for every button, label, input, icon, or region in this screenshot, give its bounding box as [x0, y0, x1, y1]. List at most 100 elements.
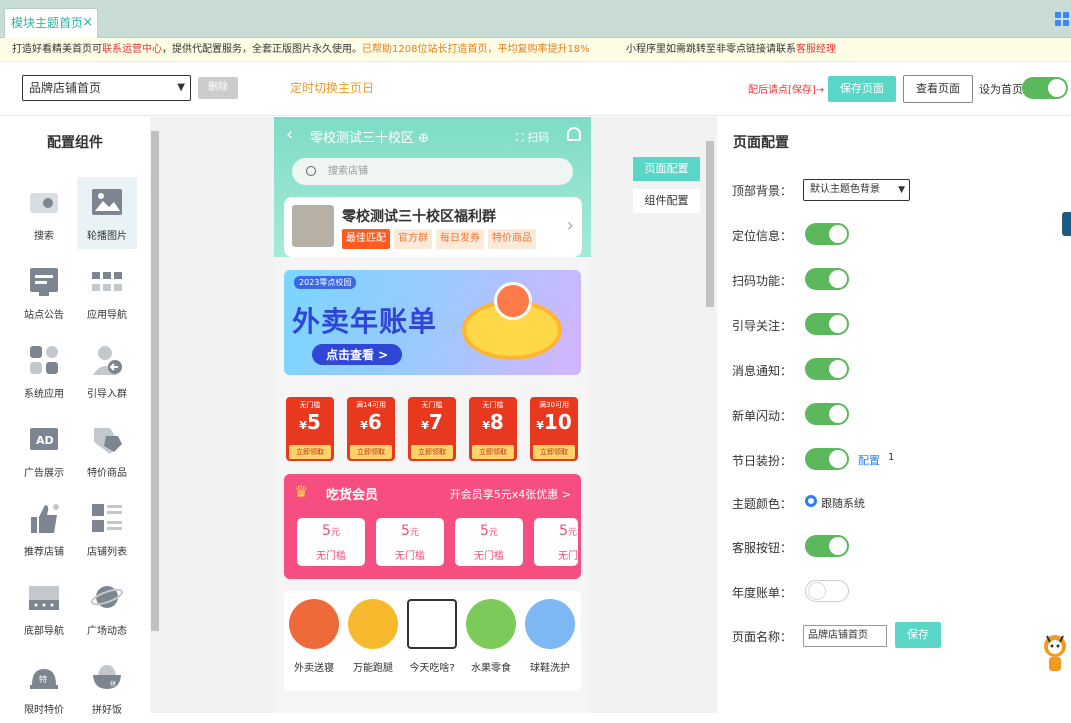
toolbar: 品牌店铺首页 ▼ 删除 定时切换主页日 配后请点[保存]→ 保存页面 查看页面 设… — [0, 62, 1071, 116]
component-planet[interactable]: 广场动态 — [77, 572, 137, 644]
member-coupon-value: 5元 — [455, 523, 523, 539]
chevron-down-icon: ▼ — [898, 185, 905, 195]
page-select[interactable]: 品牌店铺首页 ▼ — [22, 75, 191, 101]
service-item[interactable]: 外卖送寝 — [285, 599, 343, 685]
group-tag: 最佳匹配 — [342, 229, 390, 249]
scan-button[interactable]: ⛶ 扫码 — [516, 129, 549, 145]
theme-label: 主题颜色： — [732, 497, 793, 511]
coupon-value: ¥5 — [286, 410, 334, 434]
component-bowl[interactable]: 拼拼好饭 — [77, 651, 137, 723]
coupon-claim-button[interactable]: 立即领取 — [289, 445, 331, 459]
service-label: 万能跑腿 — [353, 663, 393, 674]
component-price-tag[interactable]: 特价商品 — [77, 414, 137, 486]
tab-label: 模块主题首页 — [11, 16, 84, 30]
bell-icon[interactable] — [567, 127, 581, 141]
scan-toggle[interactable] — [805, 268, 849, 290]
notice-right: 小程序里如需跳转至非零点链接请联系客服经理 — [626, 38, 836, 62]
back-icon[interactable]: ‹ — [286, 124, 293, 145]
service-item[interactable]: 今天吃啥? — [403, 599, 461, 685]
member-title: 吃货会员 — [326, 488, 379, 503]
location-toggle[interactable] — [805, 223, 849, 245]
view-page-button[interactable]: 查看页面 — [903, 75, 973, 103]
location-label: 定位信息： — [732, 229, 793, 243]
component-shop-list[interactable]: 店铺列表 — [77, 493, 137, 565]
coupon-condition: 无门槛 — [482, 401, 504, 409]
coupon-claim-button[interactable]: 立即领取 — [472, 445, 514, 459]
close-icon[interactable]: × — [82, 9, 93, 37]
preview-scrollbar[interactable] — [704, 117, 716, 713]
component-join-group[interactable]: 引导入群 — [77, 335, 137, 407]
annual-toggle[interactable] — [805, 580, 849, 602]
group-card[interactable]: 零校测试三十校区福利群 最佳匹配 官方群 每日发券 特价商品 › — [284, 197, 582, 257]
shop-list-icon — [92, 504, 122, 532]
service-item[interactable]: 万能跑腿 — [344, 599, 402, 685]
coupon-amount: 5 — [306, 410, 321, 434]
member-coupon[interactable]: 5元 无门槛 — [455, 518, 523, 566]
service-icon — [348, 599, 398, 649]
member-coupon-unit: 元 — [488, 528, 498, 538]
timer-switch-link[interactable]: 定时切换主页日 — [290, 79, 374, 96]
join-group-icon — [93, 346, 122, 375]
component-label: 广告展示 — [24, 468, 64, 479]
component-thumbs-up[interactable]: 推荐店铺 — [14, 493, 74, 565]
follow-toggle[interactable] — [805, 313, 849, 335]
component-image-carousel[interactable]: 轮播图片 — [77, 177, 137, 249]
manager-link[interactable]: 客服经理 — [796, 44, 836, 55]
component-label: 系统应用 — [24, 389, 64, 400]
coupon[interactable]: 满30可用 ¥10 立即领取 — [530, 397, 578, 461]
service-toggle[interactable] — [805, 535, 849, 557]
component-label: 推荐店铺 — [24, 547, 64, 558]
coupon-claim-button[interactable]: 立即领取 — [350, 445, 392, 459]
banner-subtitle: 2023零点校园 — [294, 276, 357, 289]
coupon-claim-button[interactable]: 立即领取 — [533, 445, 575, 459]
side-float-tab[interactable] — [1062, 212, 1071, 236]
coupon-condition: 满14可用 — [356, 401, 386, 409]
component-app-nav[interactable]: 应用导航 — [77, 256, 137, 328]
coupon[interactable]: 无门槛 ¥5 立即领取 — [286, 397, 334, 461]
component-announcement[interactable]: 站点公告 — [14, 256, 74, 328]
service-item[interactable]: 水果零食 — [462, 599, 520, 685]
coupon[interactable]: 满14可用 ¥6 立即领取 — [347, 397, 395, 461]
festival-config-link[interactable]: 配置 — [858, 452, 880, 468]
theme-follow-radio[interactable] — [805, 495, 817, 507]
apps-grid-icon[interactable] — [1055, 12, 1069, 26]
msg-toggle[interactable] — [805, 358, 849, 380]
tab-page-config[interactable]: 页面配置 — [633, 157, 700, 181]
ops-center-link[interactable]: 联系运营中心 — [102, 44, 162, 55]
left-scrollbar[interactable] — [150, 117, 160, 713]
store-search-input[interactable]: 搜索店铺 — [292, 158, 573, 185]
mascot-icon[interactable] — [1041, 632, 1069, 674]
festival-toggle[interactable] — [805, 448, 849, 470]
member-card[interactable]: ♛ 吃货会员 开会员享5元x4张优惠 > 5元 无门槛 5元 无门槛 5元 无门槛 5元 无门 — [284, 474, 581, 579]
flash-toggle[interactable] — [805, 403, 849, 425]
coupon-claim-button[interactable]: 立即领取 — [411, 445, 453, 459]
coupon-value: ¥10 — [530, 410, 578, 434]
mascot-illustration — [494, 282, 532, 320]
phone-title[interactable]: 零校测试三十校区 ⊕ — [310, 127, 429, 146]
planet-icon — [90, 586, 124, 608]
tab-theme-home[interactable]: 模块主题首页 × — [4, 8, 98, 38]
name-save-button[interactable]: 保存 — [895, 622, 941, 648]
service-item[interactable]: 球鞋洗护 — [521, 599, 579, 685]
member-coupon[interactable]: 5元 无门槛 — [297, 518, 365, 566]
member-coupon[interactable]: 5元 无门槛 — [376, 518, 444, 566]
component-search-component[interactable]: 搜索 — [14, 177, 74, 249]
top-bg-select[interactable]: 默认主题色背景 ▼ — [803, 179, 910, 201]
component-bell-special[interactable]: 特限时特价 — [14, 651, 74, 723]
currency-symbol: ¥ — [536, 419, 544, 432]
annual-bill-banner[interactable]: 2023零点校园 外卖年账单 点击查看 > — [284, 270, 581, 375]
component-system-app[interactable]: 系统应用 — [14, 335, 74, 407]
delete-button[interactable]: 删除 — [198, 77, 238, 99]
coupon[interactable]: 无门槛 ¥7 立即领取 — [408, 397, 456, 461]
component-bottom-nav[interactable]: 底部导航 — [14, 572, 74, 644]
member-coupon-unit: 元 — [409, 528, 419, 538]
member-coupon-unit: 元 — [567, 528, 577, 538]
tab-component-config[interactable]: 组件配置 — [633, 189, 700, 213]
scan-icon: ⛶ — [516, 131, 524, 144]
save-page-button[interactable]: 保存页面 — [828, 76, 896, 102]
set-home-toggle[interactable] — [1022, 77, 1068, 99]
component-ad[interactable]: AD 广告展示 — [14, 414, 74, 486]
page-name-input[interactable]: 品牌店铺首页 — [803, 625, 887, 647]
member-coupon[interactable]: 5元 无门 — [534, 518, 578, 566]
coupon[interactable]: 无门槛 ¥8 立即领取 — [469, 397, 517, 461]
